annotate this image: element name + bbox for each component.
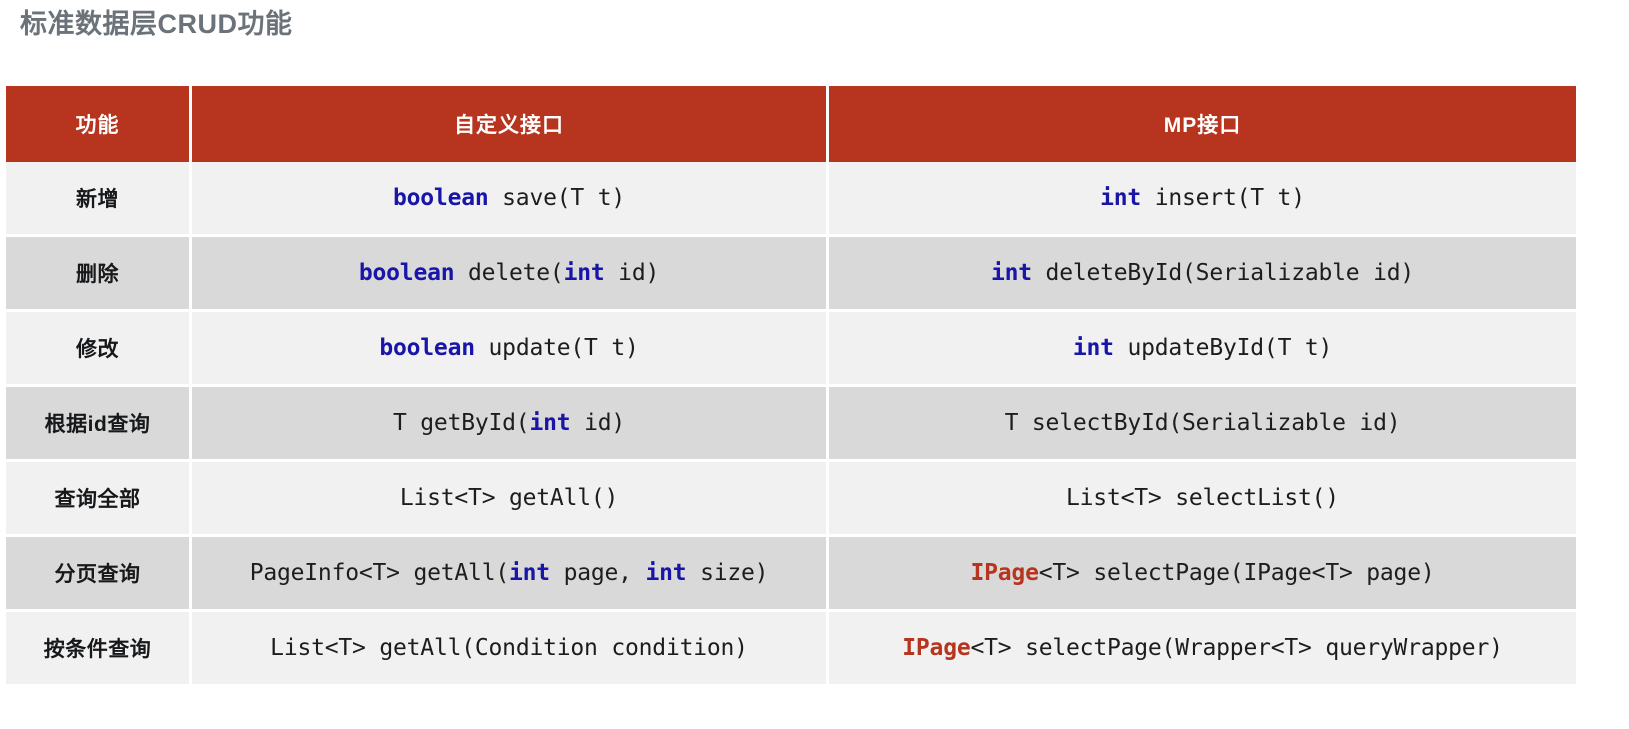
cell-feature: 按条件查询 (6, 612, 192, 687)
cell-custom-interface: T getById(int id) (192, 387, 829, 462)
table-row: 查询全部 List<T> getAll() List<T> selectList() (6, 462, 1576, 537)
code-token: IPage (902, 635, 971, 661)
code-token: size) (686, 560, 769, 586)
cell-feature: 查询全部 (6, 462, 192, 537)
cell-custom-interface: boolean update(T t) (192, 312, 829, 387)
code-token: T getById( (392, 410, 530, 436)
code-token: List<T> selectList() (1066, 485, 1339, 511)
code-token: save(T t) (488, 185, 625, 211)
table-row: 根据id查询 T getById(int id) T selectById(Seri… (6, 387, 1576, 462)
table-row: 分页查询 PageInfo<T> getAll(int page, int siz… (6, 537, 1576, 612)
crud-comparison-table: 功能 自定义接口 MP接口 新增 boolean save(T t) int ins… (6, 86, 1576, 687)
code-token: deleteById(Serializable id) (1031, 260, 1415, 286)
code-token: id) (604, 260, 660, 286)
code-token: update(T t) (474, 335, 639, 361)
code-token: updateById(T t) (1113, 335, 1333, 361)
code-token: boolean (392, 185, 489, 211)
cell-mp-interface: List<T> selectList() (829, 462, 1576, 537)
column-header-feature: 功能 (6, 86, 192, 162)
code-token: List<T> getAll(Condition condition) (270, 635, 748, 661)
cell-mp-interface: int insert(T t) (829, 162, 1576, 237)
cell-mp-interface: int updateById(T t) (829, 312, 1576, 387)
code-token: int (1072, 335, 1114, 361)
cell-custom-interface: PageInfo<T> getAll(int page, int size) (192, 537, 829, 612)
table-row: 删除 boolean delete(int id) int deleteById(S… (6, 237, 1576, 312)
code-token: id) (570, 410, 626, 436)
code-token: insert(T t) (1141, 185, 1305, 211)
table-header: 功能 自定义接口 MP接口 (6, 86, 1576, 162)
table-row: 新增 boolean save(T t) int insert(T t) (6, 162, 1576, 237)
code-token: T selectById(Serializable id) (1004, 410, 1401, 436)
table-row: 按条件查询 List<T> getAll(Condition condition)… (6, 612, 1576, 687)
cell-feature: 新增 (6, 162, 192, 237)
code-token: List<T> getAll() (399, 485, 619, 511)
cell-feature: 根据id查询 (6, 387, 192, 462)
cell-mp-interface: IPage<T> selectPage(IPage<T> page) (829, 537, 1576, 612)
code-token: int (529, 410, 571, 436)
page-root: 标准数据层CRUD功能 功能 自定义接口 MP接口 新增 boolean save… (0, 0, 1629, 729)
cell-mp-interface: int deleteById(Serializable id) (829, 237, 1576, 312)
code-token: IPage (970, 560, 1039, 586)
table-body: 新增 boolean save(T t) int insert(T t) 删除 bool… (6, 162, 1576, 687)
column-header-mp-interface: MP接口 (829, 86, 1576, 162)
code-token: boolean (358, 260, 455, 286)
code-token: int (1100, 185, 1142, 211)
column-header-custom-interface: 自定义接口 (192, 86, 829, 162)
cell-custom-interface: boolean save(T t) (192, 162, 829, 237)
code-token: int (990, 260, 1032, 286)
cell-custom-interface: boolean delete(int id) (192, 237, 829, 312)
code-token: <T> selectPage(IPage<T> page) (1038, 560, 1435, 586)
cell-custom-interface: List<T> getAll(Condition condition) (192, 612, 829, 687)
code-token: delete( (454, 260, 564, 286)
code-token: int (563, 260, 605, 286)
cell-custom-interface: List<T> getAll() (192, 462, 829, 537)
page-title: 标准数据层CRUD功能 (20, 9, 293, 39)
cell-feature: 分页查询 (6, 537, 192, 612)
code-token: int (645, 560, 687, 586)
code-token: PageInfo<T> getAll( (249, 560, 509, 586)
cell-mp-interface: IPage<T> selectPage(Wrapper<T> queryWrap… (829, 612, 1576, 687)
cell-feature: 修改 (6, 312, 192, 387)
code-token: boolean (379, 335, 475, 361)
table-header-row: 功能 自定义接口 MP接口 (6, 86, 1576, 162)
code-token: page, (549, 560, 646, 586)
code-token: int (508, 560, 550, 586)
cell-feature: 删除 (6, 237, 192, 312)
code-token: <T> selectPage(Wrapper<T> queryWrapper) (970, 635, 1503, 661)
cell-mp-interface: T selectById(Serializable id) (829, 387, 1576, 462)
table-row: 修改 boolean update(T t) int updateById(T t) (6, 312, 1576, 387)
